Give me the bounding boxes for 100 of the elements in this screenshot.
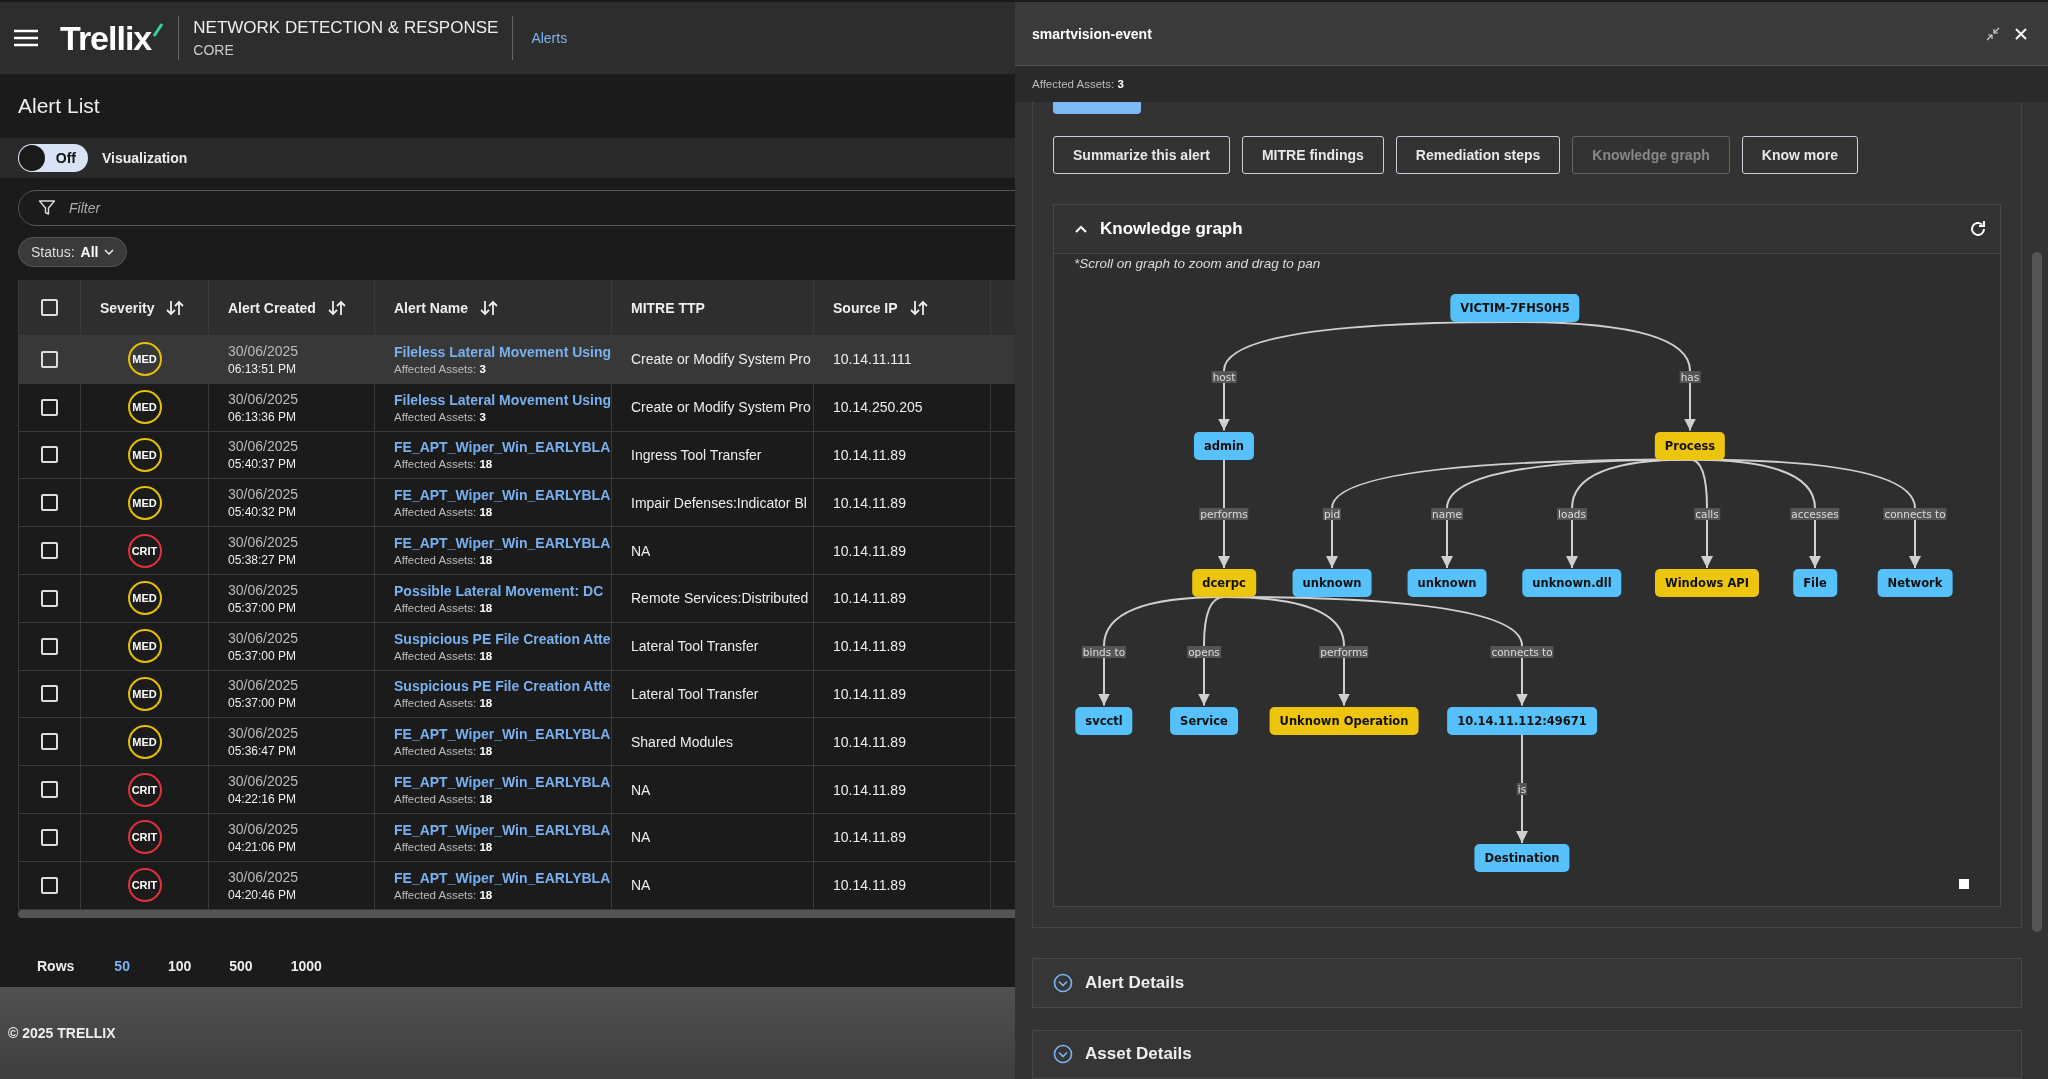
affected-assets: Affected Assets: 18 xyxy=(394,458,493,471)
alert-name-link[interactable]: Fileless Lateral Movement Using xyxy=(394,343,611,360)
sort-icon[interactable] xyxy=(166,299,185,316)
alert-time: 06:13:36 PM xyxy=(228,409,297,424)
graph-node[interactable]: Windows API xyxy=(1655,569,1759,597)
collapsible-section[interactable]: Alert Details xyxy=(1032,958,2022,1008)
logo-accent-icon xyxy=(152,22,165,37)
rows-option[interactable]: 500 xyxy=(217,955,265,976)
affected-assets: Affected Assets: 18 xyxy=(394,888,493,901)
table-row[interactable]: CRIT 30/06/2025 04:22:16 PM FE_APT_Wiper_Win_EARLYBLA Affected Assets: 18 NA 10.14.11.89 xyxy=(18,766,1015,814)
sort-icon[interactable] xyxy=(909,299,928,316)
chevron-circle-icon[interactable] xyxy=(1053,1044,1073,1065)
mitre-ttp: Remote Services:Distributed xyxy=(631,590,809,607)
column-header[interactable]: Alert Name xyxy=(374,280,611,335)
alert-time: 05:37:00 PM xyxy=(228,696,297,711)
table-row[interactable]: CRIT 30/06/2025 04:21:06 PM FE_APT_Wiper_Win_EARLYBLA Affected Assets: 18 NA 10.14.11.89 xyxy=(18,813,1015,862)
chevron-circle-icon[interactable] xyxy=(1053,972,1073,993)
graph-node[interactable]: Unknown Operation xyxy=(1269,706,1419,735)
graph-node[interactable]: unknown.dll xyxy=(1522,569,1622,597)
row-checkbox[interactable] xyxy=(41,876,58,894)
table-row[interactable]: MED 30/06/2025 05:36:47 PM FE_APT_Wiper_Win_EARLYBLA Affected Assets: 18 Shared Modules 10.14.11.89 xyxy=(18,718,1015,767)
action-button[interactable]: Remediation steps xyxy=(1395,136,1561,174)
alert-name-link[interactable]: Possible Lateral Movement: DC xyxy=(394,582,604,599)
collapse-icon[interactable] xyxy=(1986,26,2000,41)
table-row[interactable]: MED 30/06/2025 05:37:00 PM Suspicious PE File Creation Atte Affected Assets: 18 Lateral Tool Transfer 10.14.11.89 xyxy=(18,670,1015,719)
alert-name-link[interactable]: Suspicious PE File Creation Atte xyxy=(394,630,611,647)
select-all-checkbox[interactable] xyxy=(41,299,58,316)
status-dropdown[interactable]: Status: All xyxy=(18,237,128,267)
action-button[interactable]: MITRE findings xyxy=(1241,136,1384,174)
row-checkbox[interactable] xyxy=(41,781,58,799)
row-checkbox[interactable] xyxy=(41,828,58,846)
horizontal-scrollbar[interactable] xyxy=(18,909,1015,918)
sort-icon[interactable] xyxy=(327,299,346,316)
row-checkbox[interactable] xyxy=(41,589,58,607)
product-name: NETWORK DETECTION & RESPONSE xyxy=(193,18,499,38)
chevron-icon[interactable] xyxy=(1074,224,1088,234)
edge-label: accesses xyxy=(1790,508,1840,521)
graph-node[interactable]: unknown xyxy=(1292,569,1372,597)
graph-node[interactable]: Destination xyxy=(1474,844,1570,872)
graph-node[interactable]: Process xyxy=(1654,431,1726,460)
row-checkbox[interactable] xyxy=(41,494,58,512)
graph-node[interactable]: unknown xyxy=(1407,569,1487,597)
alert-name-link[interactable]: FE_APT_Wiper_Win_EARLYBLA xyxy=(394,726,611,743)
table-row[interactable]: MED 30/06/2025 06:13:36 PM Fileless Lateral Movement Using Affected Assets: 3 Create or Modify System Pro 10.14.250.205 xyxy=(18,383,1015,432)
alert-name-link[interactable]: FE_APT_Wiper_Win_EARLYBLA xyxy=(394,821,611,838)
alert-name-link[interactable]: FE_APT_Wiper_Win_EARLYBLA xyxy=(394,535,611,552)
graph-node[interactable]: VICTIM-7FHS0H5 xyxy=(1450,294,1580,322)
edge-label: performs xyxy=(1199,508,1249,521)
graph-node[interactable]: Network xyxy=(1877,569,1953,597)
graph-node[interactable]: 10.14.11.112:49671 xyxy=(1447,706,1597,735)
table-row[interactable]: MED 30/06/2025 05:37:00 PM Possible Lateral Movement: DC Affected Assets: 18 Remote Services:Distributed 10.14.11.89 xyxy=(18,575,1015,623)
sort-icon[interactable] xyxy=(479,299,498,316)
table-row[interactable]: MED 30/06/2025 05:37:00 PM Suspicious PE File Creation Atte Affected Assets: 18 Lateral Tool Transfer 10.14.11.89 xyxy=(18,622,1015,671)
toggle-switch[interactable]: Off xyxy=(18,144,88,172)
column-header[interactable]: Severity xyxy=(80,280,208,335)
filter-field[interactable]: Filter xyxy=(18,190,1015,226)
mitre-ttp: Ingress Tool Transfer xyxy=(631,447,762,463)
rows-option[interactable]: 1000 xyxy=(278,955,334,976)
row-checkbox[interactable] xyxy=(41,398,58,416)
row-checkbox[interactable] xyxy=(41,542,58,560)
table-row[interactable]: MED 30/06/2025 05:40:32 PM FE_APT_Wiper_Win_EARLYBLA Affected Assets: 18 Impair Defenses:Indicator Bl 10.14.11.89 xyxy=(18,479,1015,528)
edge-label: host xyxy=(1211,370,1237,383)
column-header[interactable]: Source IP xyxy=(813,280,990,335)
graph-node[interactable]: dcerpc xyxy=(1192,569,1256,597)
action-button[interactable]: Summarize this alert xyxy=(1053,136,1230,174)
row-checkbox[interactable] xyxy=(41,733,58,751)
graph-node[interactable]: admin xyxy=(1193,431,1255,460)
action-button[interactable]: Know more xyxy=(1741,136,1858,174)
collapsible-section[interactable]: Asset Details xyxy=(1032,1029,2022,1079)
close-icon[interactable] xyxy=(2014,26,2028,41)
row-checkbox[interactable] xyxy=(41,446,58,464)
column-header[interactable]: Alert Created xyxy=(208,280,374,335)
refresh-icon[interactable] xyxy=(1968,219,1988,239)
graph-node[interactable]: Service xyxy=(1170,706,1238,735)
nav-link[interactable]: Alerts xyxy=(527,30,572,46)
alert-name-link[interactable]: FE_APT_Wiper_Win_EARLYBLA xyxy=(394,869,611,886)
severity-badge: MED xyxy=(127,390,162,425)
table-row[interactable]: CRIT 30/06/2025 05:38:27 PM FE_APT_Wiper_Win_EARLYBLA Affected Assets: 18 NA 10.14.11.89 xyxy=(18,527,1015,575)
menu-icon[interactable] xyxy=(14,29,38,47)
table-row[interactable]: MED 30/06/2025 05:40:37 PM FE_APT_Wiper_Win_EARLYBLA Affected Assets: 18 Ingress Tool Transfer 10.14.11.89 xyxy=(18,431,1015,480)
row-checkbox[interactable] xyxy=(41,685,58,703)
table-row[interactable]: CRIT 30/06/2025 04:20:46 PM FE_APT_Wiper_Win_EARLYBLA Affected Assets: 18 NA 10.14.11.89 xyxy=(18,861,1015,910)
alert-name-link[interactable]: FE_APT_Wiper_Win_EARLYBLA xyxy=(394,774,611,791)
graph-node[interactable]: File xyxy=(1793,569,1837,597)
copyright-text: © 2025 TRELLIX xyxy=(8,1025,116,1041)
row-checkbox[interactable] xyxy=(41,350,58,368)
alert-date: 30/06/2025 xyxy=(228,677,299,694)
rows-option[interactable]: 100 xyxy=(155,955,204,976)
alert-name-link[interactable]: Suspicious PE File Creation Atte xyxy=(394,678,611,695)
mitre-ttp: Create or Modify System Pro xyxy=(631,399,811,416)
column-header[interactable]: MITRE TTP xyxy=(611,280,813,335)
table-row[interactable]: MED 30/06/2025 06:13:51 PM Fileless Lateral Movement Using Affected Assets: 3 Create or Modify System Pro 10.14.11.111 xyxy=(18,336,1015,384)
alert-name-link[interactable]: FE_APT_Wiper_Win_EARLYBLA xyxy=(394,487,611,504)
alert-name-link[interactable]: Fileless Lateral Movement Using xyxy=(394,391,611,408)
row-checkbox[interactable] xyxy=(41,637,58,655)
rows-option[interactable]: 50 xyxy=(102,955,142,976)
alert-name-link[interactable]: FE_APT_Wiper_Win_EARLYBLA xyxy=(394,439,611,456)
graph-node[interactable]: svcctl xyxy=(1075,706,1133,735)
affected-assets: Affected Assets: 18 xyxy=(394,506,493,519)
alert-date: 30/06/2025 xyxy=(228,773,299,790)
